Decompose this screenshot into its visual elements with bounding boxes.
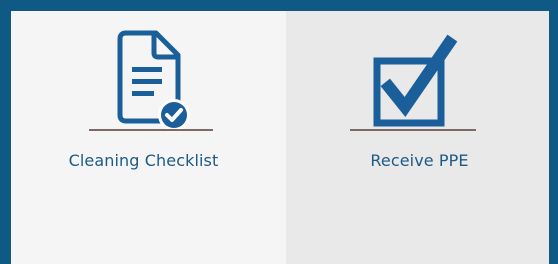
- receive-ppe-label: Receive PPE: [370, 151, 469, 170]
- cleaning-checklist-tile[interactable]: Cleaning Checklist: [11, 11, 286, 264]
- receive-ppe-tile[interactable]: Receive PPE: [286, 11, 549, 264]
- checkbox-checked-icon: [373, 34, 458, 127]
- tile-divider: [350, 129, 476, 131]
- document-check-icon: [117, 30, 190, 131]
- cleaning-checklist-label: Cleaning Checklist: [68, 151, 219, 170]
- tile-divider: [89, 129, 213, 131]
